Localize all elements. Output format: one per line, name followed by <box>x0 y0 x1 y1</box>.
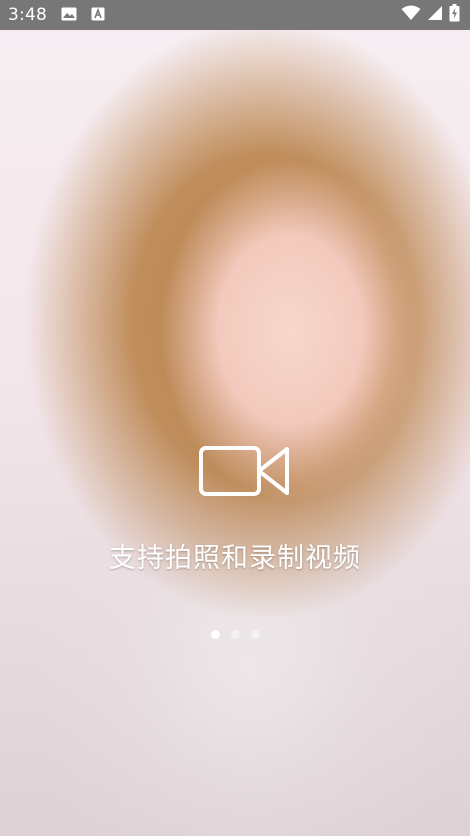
notification-icons <box>61 6 105 25</box>
page-dot-1 <box>210 630 220 639</box>
battery-charging-icon <box>449 4 460 26</box>
status-time: 3:48 <box>8 5 47 25</box>
system-icons <box>401 0 460 30</box>
image-icon <box>61 6 77 25</box>
wifi-icon <box>401 5 421 25</box>
photo-background <box>0 30 470 836</box>
page-dot-2 <box>230 630 240 639</box>
page-indicator <box>0 630 470 640</box>
cell-signal-icon <box>427 5 443 25</box>
video-camera-icon <box>199 444 291 500</box>
a-letter-icon <box>91 6 105 25</box>
page-dot-3 <box>250 630 260 639</box>
onboarding-slide[interactable]: 支持拍照和录制视频 <box>0 30 470 836</box>
slide-caption: 支持拍照和录制视频 <box>109 543 361 574</box>
status-bar: 3:48 <box>0 0 470 30</box>
